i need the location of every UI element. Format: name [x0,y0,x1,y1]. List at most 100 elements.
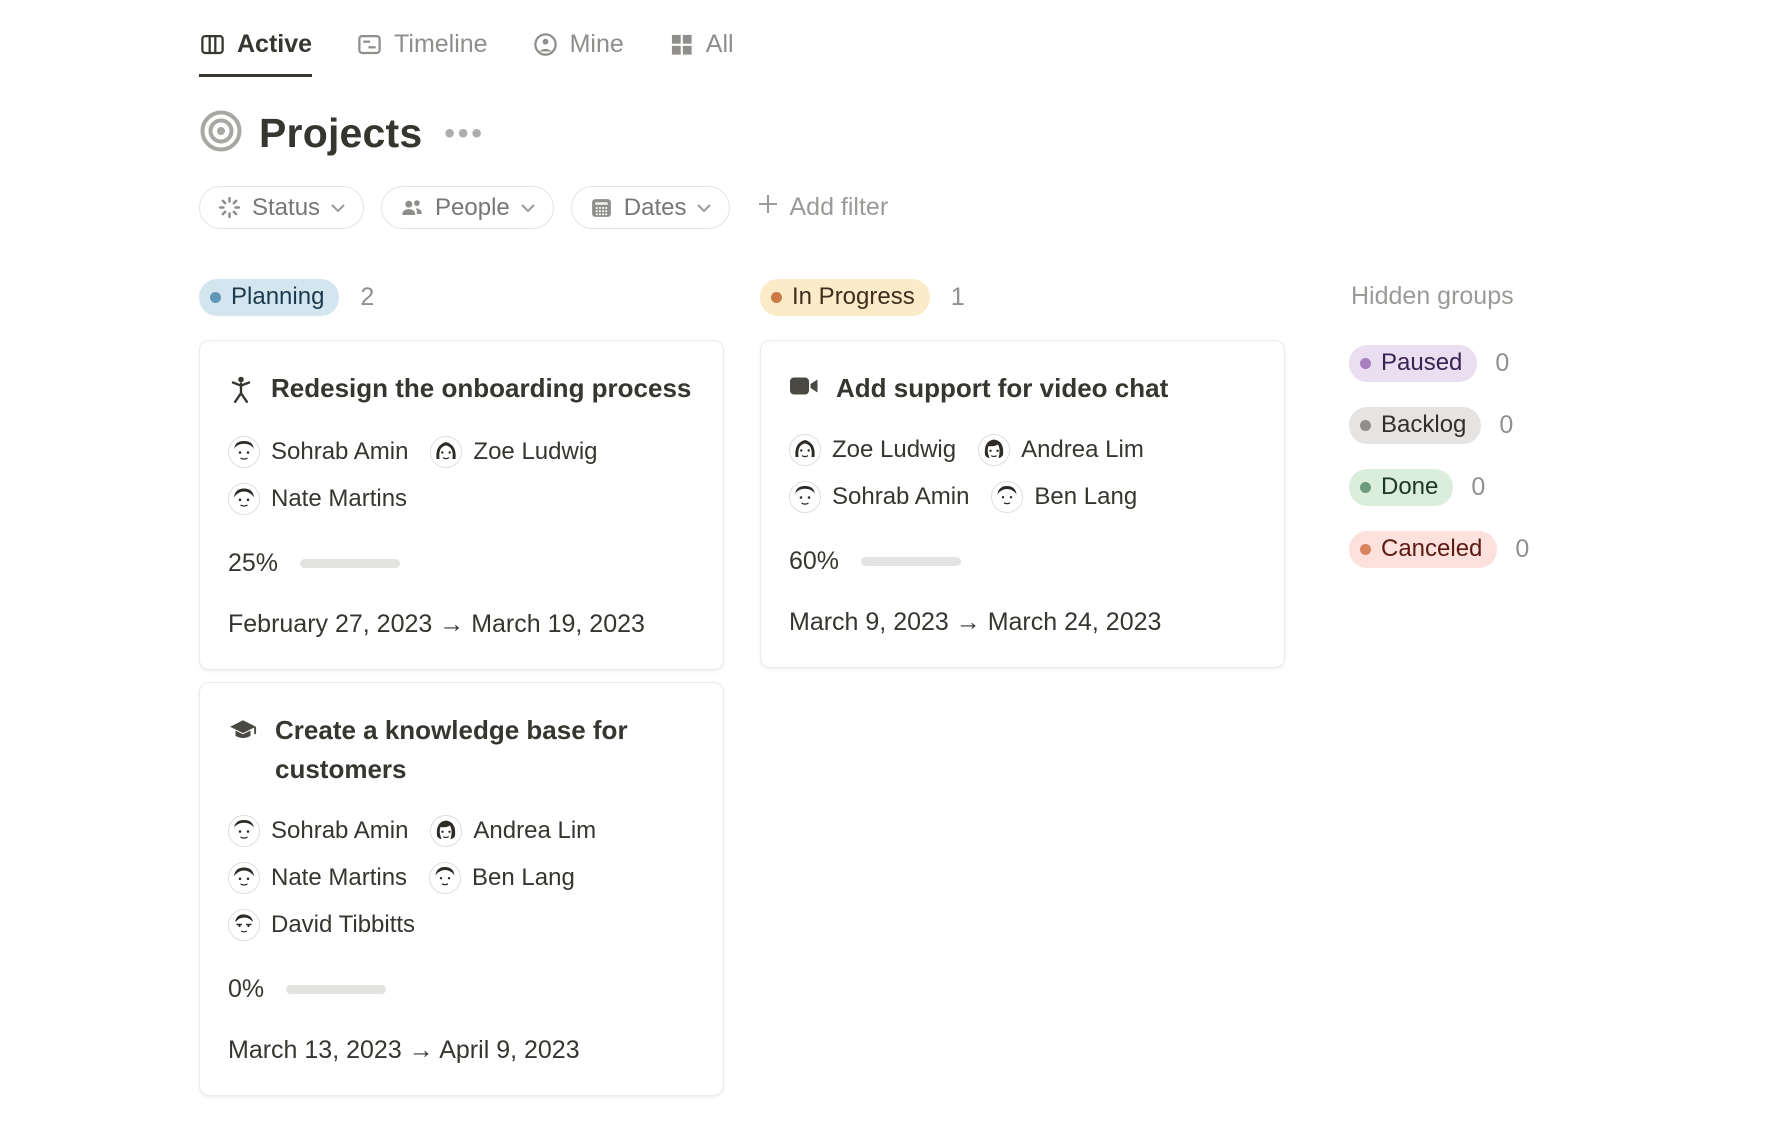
person: Sohrab Amin [228,436,408,468]
group-header: Planning 2 [199,279,724,316]
calendar-icon [589,195,614,220]
filter-status[interactable]: Status [199,186,364,229]
progress-bar [300,559,400,568]
person-name: Sohrab Amin [271,817,408,845]
tab-all[interactable]: All [668,30,734,77]
person-arms-out-icon [228,375,254,410]
card-header: Add support for video chat [789,369,1254,408]
filter-label: People [435,194,510,222]
person-name: Ben Lang [1034,483,1137,511]
group-label: In Progress [792,283,915,311]
avatar [991,481,1023,513]
filter-label: Status [252,194,320,222]
card-knowledge-base[interactable]: Create a knowledge base for customers So… [199,682,724,1096]
chevron-down-icon [696,203,712,213]
person-name: Sohrab Amin [271,438,408,466]
chevron-down-icon [330,203,346,213]
add-filter-button[interactable]: Add filter [757,193,888,222]
people-list: Sohrab Amin Andrea Lim Nate Martins [228,815,693,941]
card-dates: March 9, 2023 → March 24, 2023 [789,608,1254,637]
board: Planning 2 Redesign the onboarding [199,279,1770,1108]
progress-bar [861,557,961,566]
target-icon[interactable] [199,109,243,158]
status-dot [1360,482,1371,493]
hidden-group-row: Backlog 0 [1349,407,1579,444]
title-row: Projects ••• [199,109,1770,158]
progress-label: 25% [228,549,278,578]
timeline-view-icon [356,31,383,58]
view-tabs: Active Timeline Mine Al [199,30,1770,77]
tab-timeline[interactable]: Timeline [356,30,488,77]
card-dates: February 27, 2023 → March 19, 2023 [228,610,693,639]
person-name: Nate Martins [271,485,407,513]
person-name: Zoe Ludwig [832,436,956,464]
progress-label: 60% [789,547,839,576]
progress-bar [286,985,386,994]
page-title[interactable]: Projects [259,110,422,157]
progress-row: 60% [789,547,1254,576]
person: Sohrab Amin [228,815,408,847]
add-filter-label: Add filter [789,193,888,222]
status-dot [1360,358,1371,369]
person: Andrea Lim [978,434,1144,466]
progress-row: 0% [228,975,693,1004]
group-pill-backlog[interactable]: Backlog [1349,407,1481,444]
person-name: Andrea Lim [473,817,596,845]
tab-active[interactable]: Active [199,30,312,77]
tab-mine[interactable]: Mine [532,30,624,77]
status-dot [1360,544,1371,555]
person: Nate Martins [228,862,407,894]
group-pill-paused[interactable]: Paused [1349,345,1477,382]
card-header: Redesign the onboarding process [228,369,693,410]
group-pill-canceled[interactable]: Canceled [1349,531,1497,568]
tab-label: Mine [570,30,624,59]
filter-label: Dates [624,194,687,222]
video-camera-icon [789,375,819,402]
person-circle-icon [532,31,559,58]
avatar [228,436,260,468]
chevron-down-icon [520,203,536,213]
tab-label: All [706,30,734,59]
group-count: 0 [1499,411,1513,440]
column-in-progress: In Progress 1 Add support for video chat [760,279,1285,680]
progress-label: 0% [228,975,264,1004]
hidden-group-row: Canceled 0 [1349,531,1579,568]
avatar [978,434,1010,466]
person-name: Ben Lang [472,864,575,892]
person-name: Zoe Ludwig [473,438,597,466]
people-list: Sohrab Amin Zoe Ludwig Nate Martins [228,436,693,515]
person: Zoe Ludwig [789,434,956,466]
filter-bar: Status People [199,186,1770,229]
person-name: Andrea Lim [1021,436,1144,464]
page-content: Active Timeline Mine Al [0,0,1770,1108]
card-redesign-onboarding[interactable]: Redesign the onboarding process Sohrab A… [199,340,724,670]
avatar [429,862,461,894]
person: David Tibbitts [228,909,415,941]
group-pill-done[interactable]: Done [1349,469,1453,506]
status-dot [210,292,221,303]
avatar [228,909,260,941]
avatar [789,434,821,466]
status-dot [1360,420,1371,431]
hidden-groups-column: Hidden groups Paused 0 Backlog 0 Done [1349,279,1579,593]
person: Sohrab Amin [789,481,969,513]
card-header: Create a knowledge base for customers [228,711,693,789]
filter-dates[interactable]: Dates [571,186,731,229]
avatar [430,815,462,847]
page-menu-ellipsis-icon[interactable]: ••• [444,119,485,149]
board-view-icon [199,31,226,58]
group-count: 2 [360,283,374,312]
group-pill-planning[interactable]: Planning [199,279,339,316]
progress-row: 25% [228,549,693,578]
avatar [430,436,462,468]
card-video-chat[interactable]: Add support for video chat Zoe Ludwig An… [760,340,1285,668]
group-label: Backlog [1381,411,1466,439]
graduation-cap-icon [228,717,258,750]
hidden-group-row: Paused 0 [1349,345,1579,382]
group-pill-in-progress[interactable]: In Progress [760,279,930,316]
avatar [228,483,260,515]
group-count: 1 [951,283,965,312]
filter-people[interactable]: People [381,186,554,229]
hidden-groups-title: Hidden groups [1351,282,1579,311]
group-header: In Progress 1 [760,279,1285,316]
